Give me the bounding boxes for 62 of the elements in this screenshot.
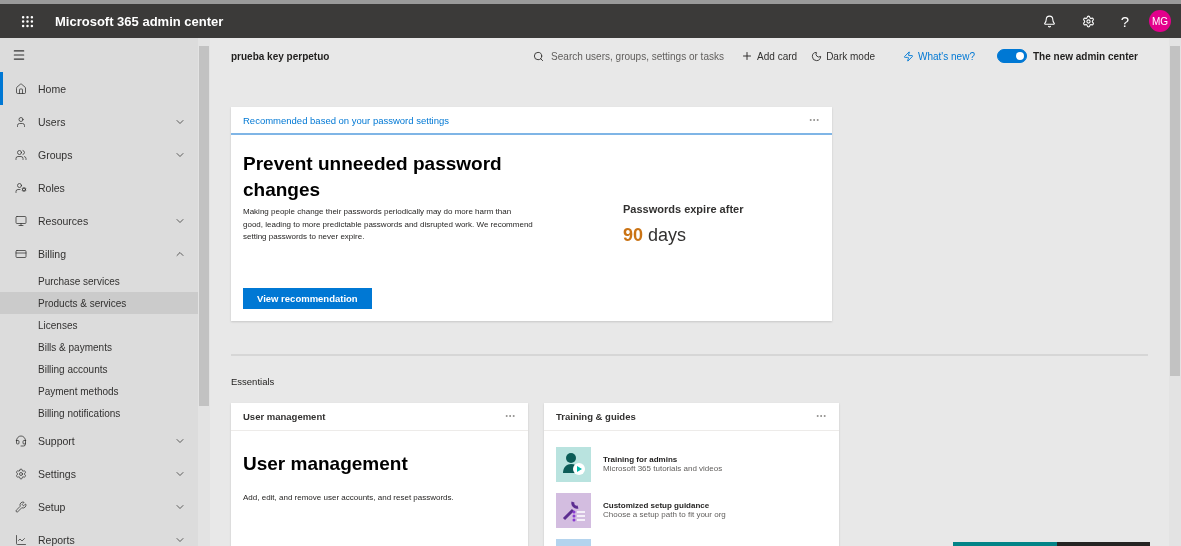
plus-icon xyxy=(741,50,754,62)
nav-subitem[interactable]: Billing accounts xyxy=(0,358,198,380)
nav-icon xyxy=(15,434,27,447)
nav-item[interactable]: Settings xyxy=(0,457,198,490)
dark-mode-button[interactable]: Dark mode xyxy=(811,50,876,62)
nav-icon xyxy=(15,214,27,227)
nav-subitem[interactable]: Purchase services xyxy=(0,270,198,292)
nav-item[interactable]: Reports xyxy=(0,523,198,546)
nav-item[interactable]: Billing xyxy=(0,237,198,270)
search-icon xyxy=(533,50,545,62)
lightning-icon xyxy=(903,50,915,62)
nav-item[interactable]: Support xyxy=(0,424,198,457)
organization-name: prueba key perpetuo xyxy=(231,50,331,62)
guide-title[interactable]: Customized setup guidance xyxy=(603,501,726,510)
nav-subitem[interactable]: Billing notifications xyxy=(0,402,198,424)
person-play-icon xyxy=(560,451,587,477)
card-label: Recommended based on your password settings xyxy=(243,114,450,126)
card-title: User management xyxy=(243,451,409,476)
nav-item[interactable]: Users xyxy=(0,105,198,138)
scrollbar-thumb[interactable] xyxy=(1170,46,1180,376)
nav-icon xyxy=(15,467,27,480)
search-field[interactable]: Search users, groups, settings or tasks xyxy=(533,49,728,63)
toggle-label: The new admin center xyxy=(1032,50,1138,62)
moon-icon xyxy=(811,50,823,62)
nav-icon xyxy=(15,148,27,161)
help-button[interactable]: ? xyxy=(1114,12,1135,30)
scrollbar-thumb[interactable] xyxy=(199,46,209,406)
nav-icon xyxy=(15,533,27,546)
nav-subitem[interactable]: Licenses xyxy=(0,314,198,336)
nav-subitem[interactable]: Bills & payments xyxy=(0,336,198,358)
nav-subitem[interactable]: Products & services xyxy=(0,292,198,314)
nav-icon xyxy=(15,115,27,128)
nav-icon xyxy=(15,500,27,513)
nav-item[interactable]: Setup xyxy=(0,490,198,523)
guide-tile[interactable] xyxy=(556,446,591,482)
card-label: User management xyxy=(243,410,327,422)
nav-icon xyxy=(15,181,27,194)
nav-icon xyxy=(15,247,27,260)
add-card-button[interactable]: Add card xyxy=(741,50,798,62)
whats-new-link[interactable]: What's new? xyxy=(903,50,975,62)
stat-label: Passwords expire after xyxy=(623,203,744,215)
view-recommendation-button[interactable]: View recommendation xyxy=(243,287,372,309)
stat-value: 90 xyxy=(623,225,644,246)
guide-subtitle: Choose a setup path to fit your org xyxy=(603,510,726,519)
user-avatar[interactable]: MG xyxy=(1149,10,1171,32)
card-label: Training & guides xyxy=(556,410,637,422)
guide-subtitle: Microsoft 365 tutorials and videos xyxy=(603,464,723,473)
guide-title[interactable]: Training for admins xyxy=(603,455,723,464)
nav-item[interactable]: Resources xyxy=(0,204,198,237)
nav-item[interactable]: Groups xyxy=(0,138,198,171)
card-description: Making people change their passwords periodically may do more harm than good, leading to more predictable passwords and disrupted work. We recommend setting passwords to never expire. xyxy=(243,206,533,243)
stat-unit: days xyxy=(648,225,687,246)
section-heading: Essentials xyxy=(231,375,276,387)
card-description: Add, edit, and remove user accounts, and reset passwords. xyxy=(243,492,455,502)
nav-item[interactable]: Roles xyxy=(0,171,198,204)
menu-icon xyxy=(12,48,26,62)
guide-tile[interactable] xyxy=(556,492,591,528)
nav-subitem[interactable]: Payment methods xyxy=(0,380,198,402)
card-title: Prevent unneeded password changes xyxy=(243,152,503,202)
app-title: Microsoft 365 admin center xyxy=(55,13,225,29)
nav-icon xyxy=(15,82,27,95)
toggle-switch[interactable] xyxy=(996,49,1027,63)
